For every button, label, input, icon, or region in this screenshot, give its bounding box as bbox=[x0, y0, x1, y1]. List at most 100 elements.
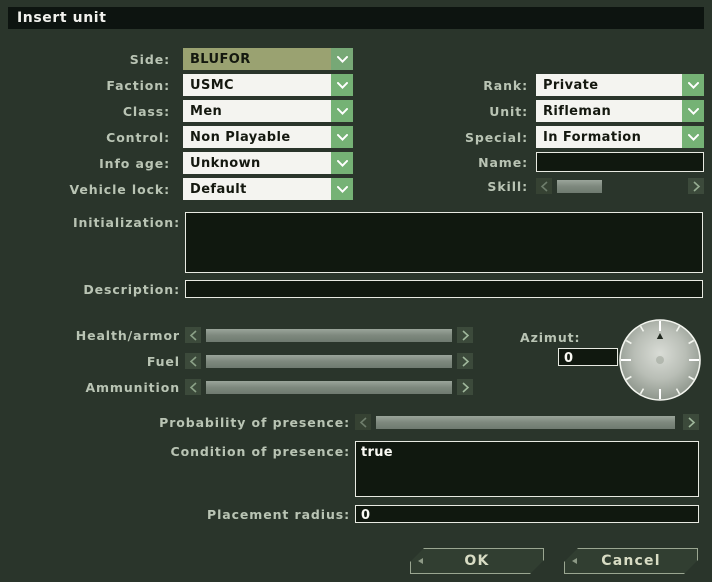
dialog-title: Insert unit bbox=[17, 10, 107, 26]
dropdown-unit[interactable]: Rifleman bbox=[536, 100, 704, 122]
field-row-fuel: Fuel bbox=[60, 353, 475, 369]
health-armor-slider-fill bbox=[206, 328, 452, 342]
chevron-down-icon[interactable] bbox=[682, 100, 704, 122]
field-row-rank: Rank: Private bbox=[420, 74, 704, 96]
dropdown-side[interactable]: BLUFOR bbox=[183, 48, 353, 70]
field-row-placement-radius: Placement radius: 0 bbox=[150, 505, 704, 523]
dropdown-vehicle-lock-value: Default bbox=[190, 181, 247, 197]
cancel-button-label: Cancel bbox=[601, 553, 661, 569]
chevron-down-icon[interactable] bbox=[331, 100, 353, 122]
probability-slider[interactable] bbox=[355, 414, 699, 430]
chevron-down-icon[interactable] bbox=[331, 126, 353, 148]
arrow-left-icon[interactable] bbox=[185, 379, 201, 395]
field-row-health-armor: Health/armor bbox=[60, 327, 475, 343]
field-row-unit: Unit: Rifleman bbox=[420, 100, 704, 122]
field-row-condition: Condition of presence: true bbox=[150, 441, 704, 497]
dropdown-special[interactable]: In Formation bbox=[536, 126, 704, 148]
triangle-icon bbox=[572, 558, 577, 564]
arrow-right-icon[interactable] bbox=[457, 353, 473, 369]
dropdown-class[interactable]: Men bbox=[183, 100, 353, 122]
field-row-side: Side: BLUFOR bbox=[60, 48, 353, 70]
field-row-initialization: Initialization: bbox=[60, 212, 704, 273]
dialog-titlebar: Insert unit bbox=[8, 7, 704, 29]
fuel-slider-track[interactable] bbox=[206, 354, 452, 368]
dropdown-info-age[interactable]: Unknown bbox=[183, 152, 353, 174]
skill-slider[interactable] bbox=[536, 178, 704, 194]
triangle-icon bbox=[418, 558, 423, 564]
label-side: Side: bbox=[129, 51, 170, 67]
skill-slider-track[interactable] bbox=[557, 179, 683, 193]
dropdown-faction[interactable]: USMC bbox=[183, 74, 353, 96]
chevron-down-icon[interactable] bbox=[331, 48, 353, 70]
field-row-vehicle-lock: Vehicle lock: Default bbox=[60, 178, 353, 200]
skill-slider-fill bbox=[557, 179, 603, 193]
dropdown-faction-value: USMC bbox=[190, 77, 234, 93]
dropdown-rank-value: Private bbox=[543, 77, 599, 93]
ammunition-slider[interactable] bbox=[185, 379, 473, 395]
fuel-slider-fill bbox=[206, 354, 452, 368]
azimut-input[interactable]: 0 bbox=[558, 348, 618, 366]
field-row-info-age: Info age: Unknown bbox=[60, 152, 353, 174]
field-row-skill: Skill: bbox=[420, 178, 704, 194]
label-condition: Condition of presence: bbox=[170, 444, 350, 459]
chevron-down-icon[interactable] bbox=[331, 178, 353, 200]
arrow-left-icon[interactable] bbox=[355, 414, 371, 430]
dropdown-control-value: Non Playable bbox=[190, 129, 291, 145]
arrow-right-icon[interactable] bbox=[688, 178, 704, 194]
field-row-control: Control: Non Playable bbox=[60, 126, 353, 148]
health-armor-slider-track[interactable] bbox=[206, 328, 452, 342]
health-armor-slider[interactable] bbox=[185, 327, 473, 343]
label-health-armor: Health/armor bbox=[75, 327, 180, 343]
dropdown-unit-value: Rifleman bbox=[543, 103, 612, 119]
field-row-name: Name: bbox=[420, 152, 704, 172]
dropdown-side-value: BLUFOR bbox=[190, 51, 251, 67]
chevron-down-icon[interactable] bbox=[331, 152, 353, 174]
description-input[interactable] bbox=[185, 280, 703, 298]
dropdown-vehicle-lock[interactable]: Default bbox=[183, 178, 353, 200]
field-row-class: Class: Men bbox=[60, 100, 353, 122]
cancel-button[interactable]: Cancel bbox=[564, 548, 698, 574]
dropdown-rank[interactable]: Private bbox=[536, 74, 704, 96]
probability-slider-track[interactable] bbox=[376, 415, 678, 429]
label-description: Description: bbox=[83, 281, 180, 297]
label-info-age: Info age: bbox=[99, 155, 170, 171]
field-row-ammunition: Ammunition bbox=[60, 379, 475, 395]
label-vehicle-lock: Vehicle lock: bbox=[69, 181, 170, 197]
label-initialization: Initialization: bbox=[72, 215, 180, 230]
arrow-right-icon[interactable] bbox=[683, 414, 699, 430]
initialization-input[interactable] bbox=[185, 212, 703, 273]
label-special: Special: bbox=[464, 129, 528, 145]
chevron-down-icon[interactable] bbox=[682, 126, 704, 148]
arrow-left-icon[interactable] bbox=[185, 353, 201, 369]
ammunition-slider-track[interactable] bbox=[206, 380, 452, 394]
ok-button[interactable]: OK bbox=[410, 548, 544, 574]
label-probability: Probability of presence: bbox=[159, 414, 350, 430]
label-faction: Faction: bbox=[106, 77, 170, 93]
fuel-slider[interactable] bbox=[185, 353, 473, 369]
insert-unit-dialog: Insert unit Side: BLUFOR Faction: USMC C… bbox=[0, 0, 712, 582]
condition-input[interactable]: true bbox=[355, 441, 699, 497]
name-input[interactable] bbox=[536, 152, 704, 172]
label-control: Control: bbox=[106, 129, 170, 145]
label-azimut: Azimut: bbox=[520, 330, 581, 345]
arrow-right-icon[interactable] bbox=[457, 379, 473, 395]
arrow-left-icon[interactable] bbox=[536, 178, 552, 194]
chevron-down-icon[interactable] bbox=[682, 74, 704, 96]
label-name: Name: bbox=[478, 154, 528, 170]
arrow-right-icon[interactable] bbox=[457, 327, 473, 343]
dropdown-class-value: Men bbox=[190, 103, 223, 119]
label-placement-radius: Placement radius: bbox=[207, 506, 350, 522]
azimut-dial[interactable] bbox=[618, 318, 702, 402]
dropdown-control[interactable]: Non Playable bbox=[183, 126, 353, 148]
label-unit: Unit: bbox=[489, 103, 528, 119]
dropdown-info-age-value: Unknown bbox=[190, 155, 261, 171]
chevron-down-icon[interactable] bbox=[331, 74, 353, 96]
label-azimut-wrap: Azimut: bbox=[520, 330, 620, 345]
arrow-left-icon[interactable] bbox=[185, 327, 201, 343]
placement-radius-input[interactable]: 0 bbox=[355, 505, 699, 523]
dropdown-special-value: In Formation bbox=[543, 129, 642, 145]
field-row-description: Description: bbox=[60, 280, 704, 298]
probability-slider-fill bbox=[376, 415, 675, 429]
label-ammunition: Ammunition bbox=[85, 379, 180, 395]
label-fuel: Fuel bbox=[146, 353, 180, 369]
